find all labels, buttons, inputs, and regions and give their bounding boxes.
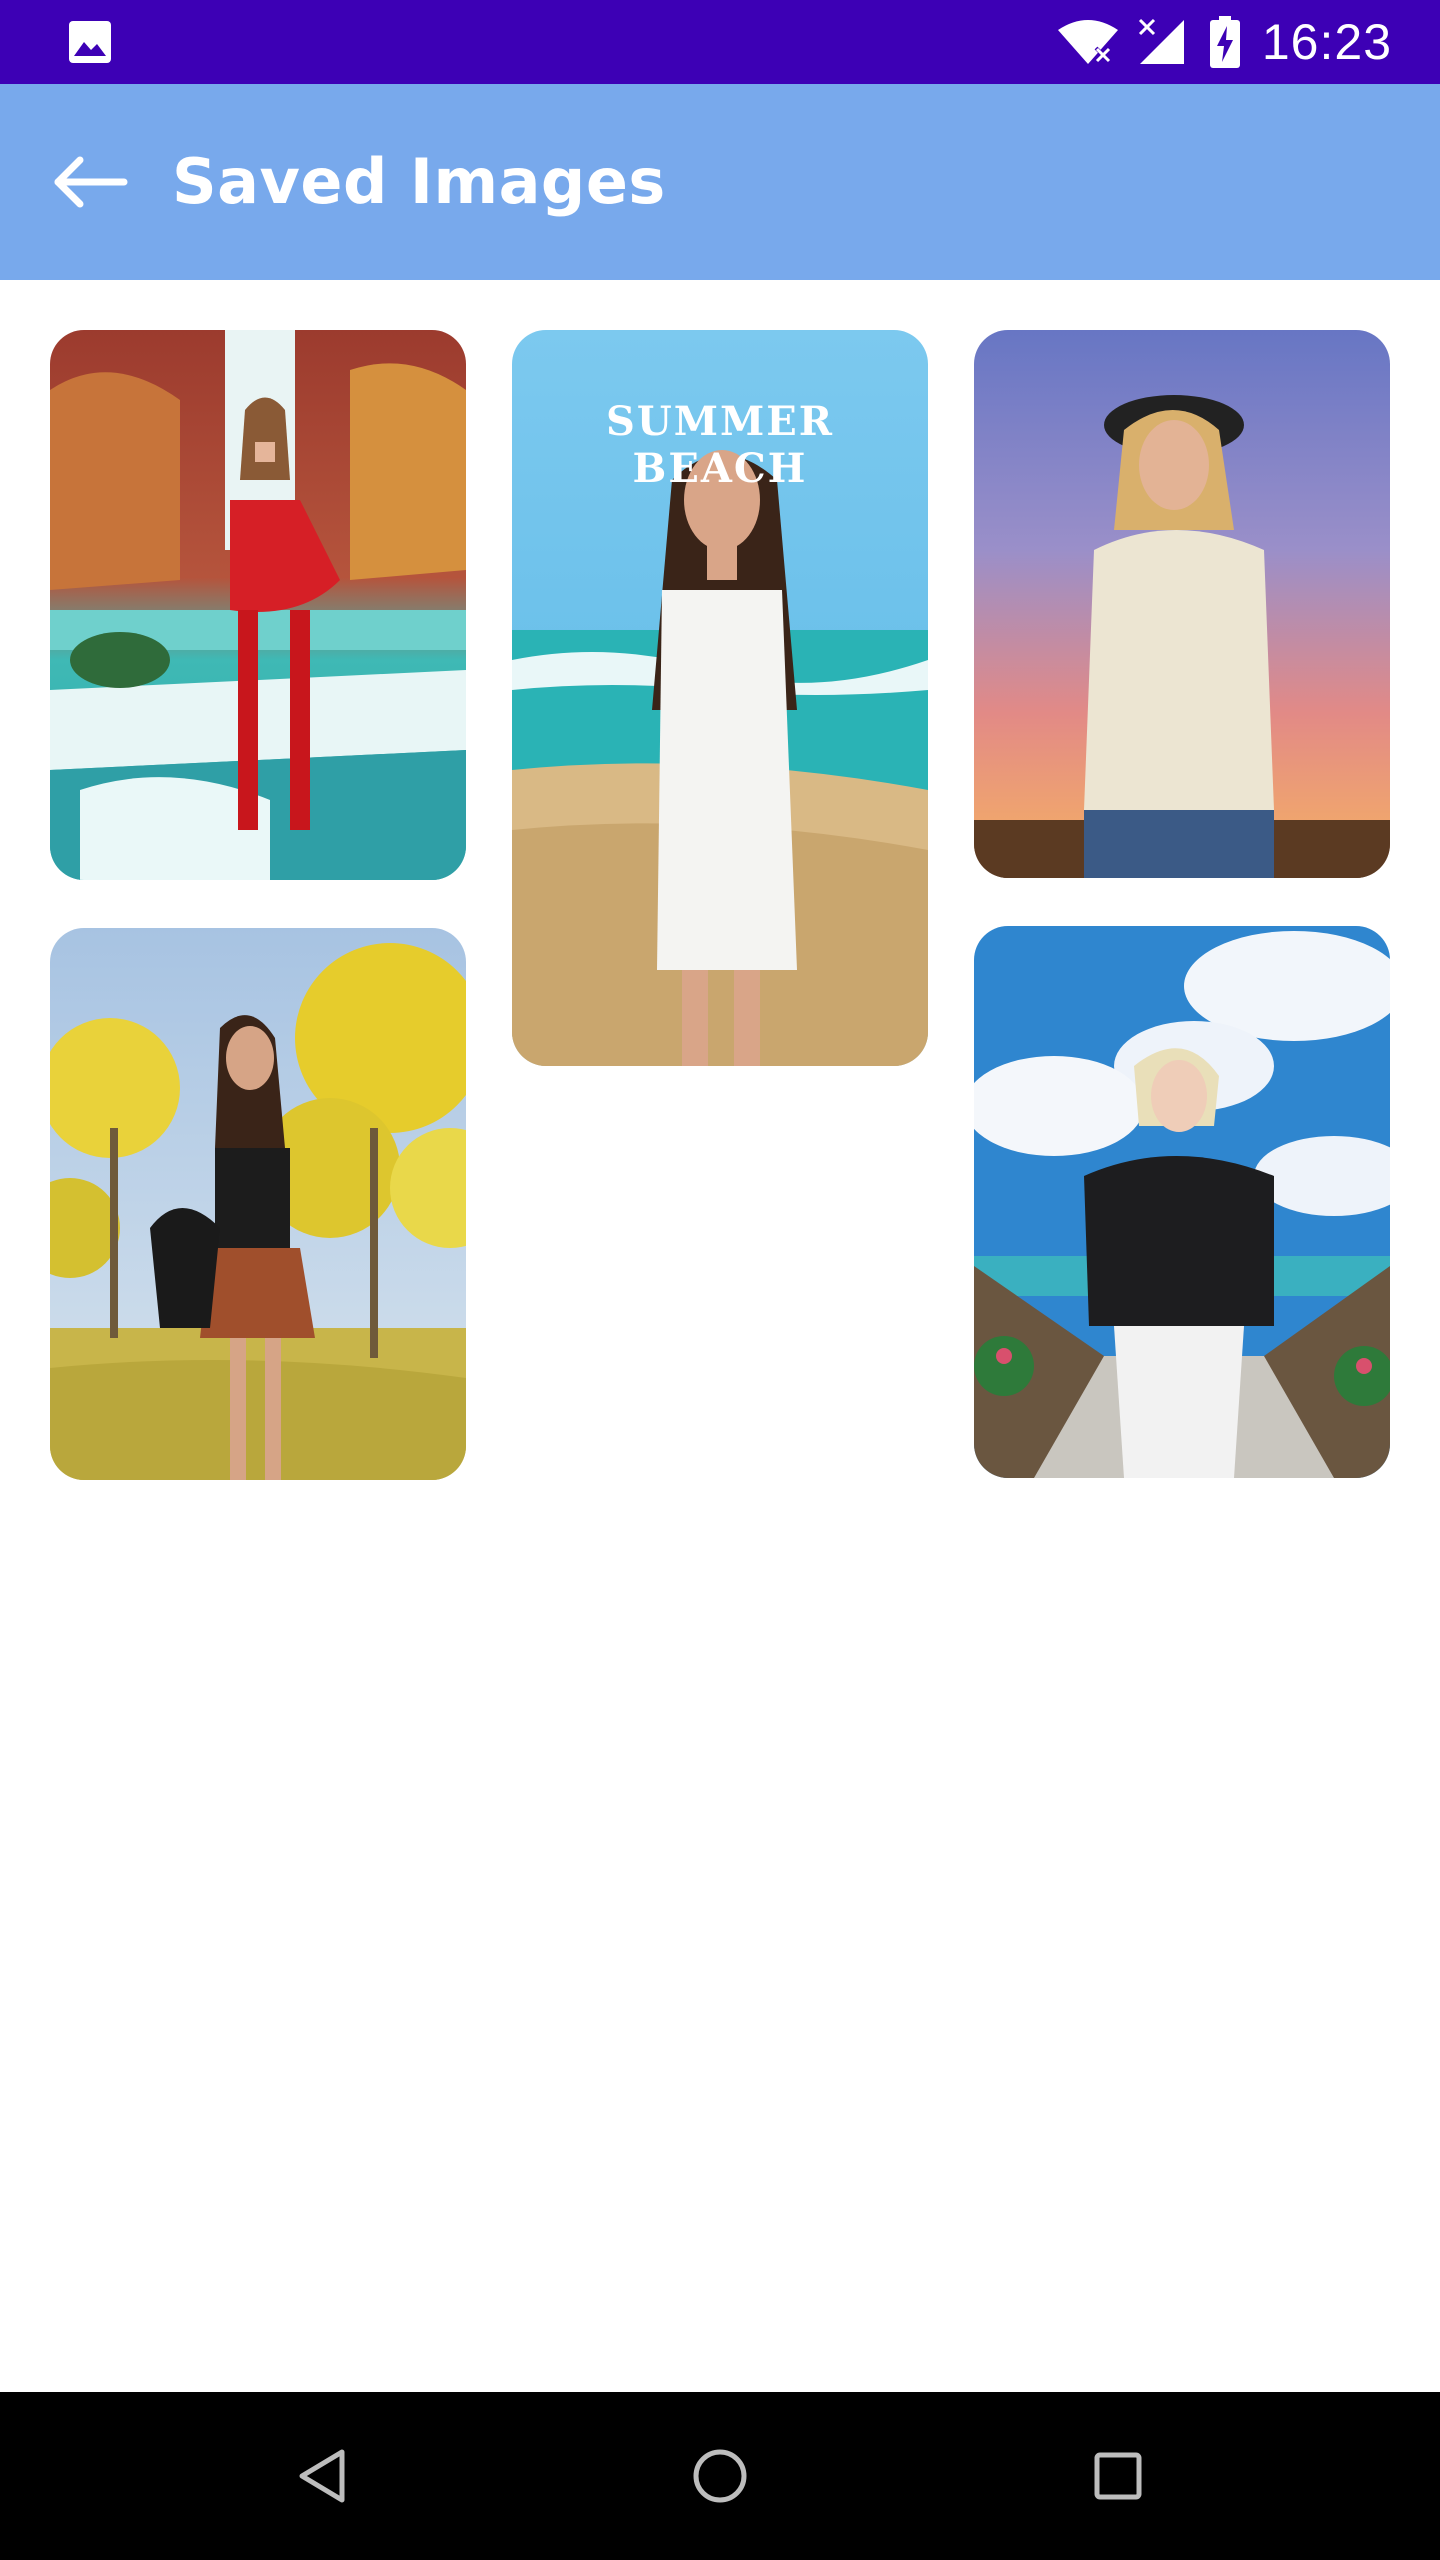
saved-image-clouds-bridge[interactable] [974, 926, 1390, 1478]
clouds-bridge-photo [974, 926, 1390, 1478]
battery-charging-icon [1209, 16, 1240, 68]
sunset-photo [974, 330, 1390, 878]
arrow-left-icon [54, 156, 128, 208]
back-triangle-icon [299, 2449, 345, 2503]
recents-square-icon [1094, 2452, 1142, 2500]
status-icons: 16:23 [1056, 0, 1392, 84]
saved-image-yellow-trees[interactable] [50, 928, 466, 1480]
nav-home-button[interactable] [672, 2428, 768, 2524]
saved-image-waterfall[interactable] [50, 330, 466, 880]
image-icon [69, 21, 111, 63]
yellow-trees-photo [50, 928, 466, 1480]
image-caption: SUMMER BEACH [605, 398, 835, 492]
waterfall-photo [50, 330, 466, 880]
saved-image-summer-beach[interactable]: SUMMER BEACH [512, 330, 928, 1066]
wifi-icon [1057, 20, 1118, 64]
status-time: 16:23 [1261, 14, 1392, 70]
status-bar: 16:23 [0, 0, 1440, 84]
saved-image-sunset[interactable] [974, 330, 1390, 878]
system-nav-bar [0, 2392, 1440, 2560]
app-bar: Saved Images [0, 84, 1440, 280]
home-circle-icon [693, 2449, 747, 2503]
signal-icon [1138, 18, 1184, 64]
back-button[interactable] [30, 122, 150, 242]
nav-back-button[interactable] [274, 2428, 370, 2524]
page-title: Saved Images [172, 145, 666, 218]
nav-recents-button[interactable] [1070, 2428, 1166, 2524]
